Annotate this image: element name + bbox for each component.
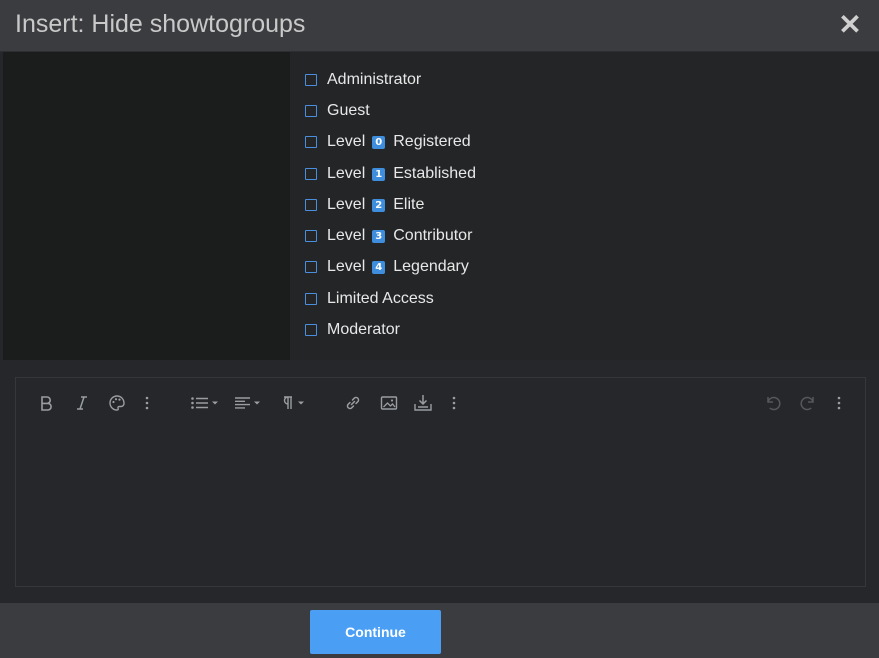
align-left-icon[interactable] [233,391,267,415]
level-badge: 0 [372,135,386,149]
checkbox[interactable] [305,136,317,148]
checkbox[interactable] [305,199,317,211]
group-prefix: Level [327,196,366,213]
image-icon[interactable] [378,391,400,415]
preview-panel [3,52,290,360]
checkbox[interactable] [305,105,317,117]
group-option-guest[interactable]: Guest [305,100,370,122]
undo-icon[interactable] [763,391,783,415]
dialog-footer: Continue [0,603,879,658]
dialog-header: Insert: Hide showtogroups ✕ [0,0,879,52]
more-vertical-icon[interactable] [142,391,152,415]
editor-toolbar [16,378,865,426]
group-option-moderator[interactable]: Moderator [305,319,400,341]
group-prefix: Level [327,227,366,244]
list-icon[interactable] [189,391,223,415]
group-label: Legendary [393,258,469,275]
redo-icon[interactable] [798,391,818,415]
level-badge: 1 [372,167,386,181]
paragraph-icon[interactable] [276,391,310,415]
rich-text-editor[interactable] [15,377,866,587]
level-badge: 3 [372,229,386,243]
group-prefix: Level [327,258,366,275]
bold-icon[interactable] [36,391,56,415]
checkbox[interactable] [305,293,317,305]
link-icon[interactable] [343,391,363,415]
group-label: Elite [393,196,425,213]
group-option-level-3[interactable]: Level 3 Contributor [305,225,472,247]
group-option-level-0[interactable]: Level 0 Registered [305,131,471,153]
group-label: Registered [393,133,471,150]
checkbox[interactable] [305,168,317,180]
group-option-level-1[interactable]: Level 1 Established [305,163,476,185]
group-list: Administrator Guest Level 0 Registered L… [290,52,879,360]
italic-icon[interactable] [72,391,92,415]
group-prefix: Level [327,133,366,150]
level-badge: 4 [372,260,386,274]
group-label: Limited Access [327,290,434,307]
dialog-title: Insert: Hide showtogroups [15,10,306,38]
more-vertical-icon[interactable] [834,391,844,415]
group-option-level-2[interactable]: Level 2 Elite [305,194,424,216]
group-label: Administrator [327,71,422,88]
checkbox[interactable] [305,261,317,273]
group-option-limited-access[interactable]: Limited Access [305,288,434,310]
editor-content-area[interactable] [16,426,865,586]
group-option-level-4[interactable]: Level 4 Legendary [305,256,469,278]
group-label: Established [393,165,476,182]
checkbox[interactable] [305,324,317,336]
group-label: Guest [327,102,370,119]
checkbox[interactable] [305,230,317,242]
group-label: Moderator [327,321,400,338]
group-label: Contributor [393,227,473,244]
insert-icon[interactable] [412,391,434,415]
checkbox[interactable] [305,74,317,86]
level-badge: 2 [372,198,386,212]
group-option-administrator[interactable]: Administrator [305,69,421,91]
continue-button[interactable]: Continue [310,610,441,654]
group-prefix: Level [327,165,366,182]
close-icon[interactable]: ✕ [837,9,863,40]
palette-icon[interactable] [107,391,127,415]
more-vertical-icon[interactable] [449,391,459,415]
